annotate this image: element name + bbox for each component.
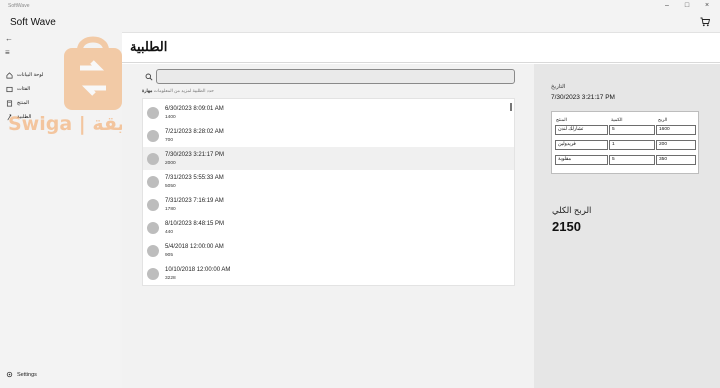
search-hint: حدد الطلبية لمزيد من المعلومات مهارة xyxy=(142,88,214,94)
order-detail-panel: التاريخ 7/30/2023 3:21:17 PM المنتج الكم… xyxy=(534,64,720,388)
orders-pane: حدد الطلبية لمزيد من المعلومات مهارة 6/3… xyxy=(122,64,534,388)
cell-profit: 350 xyxy=(656,155,696,165)
avatar xyxy=(147,245,159,257)
close-button[interactable]: × xyxy=(700,2,714,9)
column-header-profit: الربح xyxy=(658,117,668,122)
sidebar-item-dashboard[interactable]: لوحة البيانات xyxy=(6,69,43,81)
order-amount: 1780 xyxy=(165,207,176,212)
search-input[interactable] xyxy=(156,69,515,84)
order-date: 6/30/2023 8:09:01 AM xyxy=(165,106,224,112)
sidebar: ← ≡ لوحة البيانات الفئات المنتج الطلبية … xyxy=(0,32,122,388)
cell-profit: 1600 xyxy=(656,125,696,135)
order-amount: 3228 xyxy=(165,276,176,281)
order-amount: 2000 xyxy=(165,161,176,166)
search-icon[interactable] xyxy=(142,69,156,84)
order-amount: 1400 xyxy=(165,115,176,120)
main-area: الطلبية حدد الطلبية لمزيد من المعلومات م… xyxy=(122,32,720,388)
order-amount: 700 xyxy=(165,138,174,143)
back-arrow-icon[interactable]: ← xyxy=(5,34,13,43)
hint-text: حدد الطلبية لمزيد من المعلومات xyxy=(153,88,214,93)
sidebar-item-orders[interactable]: الطلبية xyxy=(6,111,31,123)
list-scrollbar[interactable] xyxy=(510,103,512,111)
avatar xyxy=(147,130,159,142)
order-amount: 440 xyxy=(165,230,174,235)
window-title: SoftWave xyxy=(8,3,30,9)
order-items-table: المنتج الكمية الربح تشارلك لندن 5 1600 ف… xyxy=(551,111,699,174)
page-header: الطلبية xyxy=(122,33,720,63)
sidebar-item-label: المنتج xyxy=(17,100,30,106)
sidebar-item-label: الطلبية xyxy=(17,114,32,120)
cell-profit: 200 xyxy=(656,140,696,150)
column-header-quantity: الكمية xyxy=(611,117,623,122)
avatar xyxy=(147,268,159,280)
hint-bold: مهارة xyxy=(142,88,153,93)
date-label: التاريخ xyxy=(551,84,566,90)
sidebar-item-product[interactable]: المنتج xyxy=(6,97,29,109)
hamburger-icon[interactable]: ≡ xyxy=(5,48,10,57)
avatar xyxy=(147,222,159,234)
total-profit-value: 2150 xyxy=(552,219,581,234)
cell-quantity: 5 xyxy=(609,155,655,165)
categories-icon xyxy=(6,86,13,92)
cell-quantity: 5 xyxy=(609,125,655,135)
avatar xyxy=(147,199,159,211)
app-title: Soft Wave xyxy=(10,17,56,28)
list-item[interactable]: 10/10/2018 12:00:00 AM 3228 xyxy=(143,262,514,285)
avatar xyxy=(147,176,159,188)
orders-icon xyxy=(7,114,12,120)
avatar xyxy=(147,107,159,119)
date-value: 7/30/2023 3:21:17 PM xyxy=(551,94,615,101)
list-item[interactable]: 7/31/2023 5:55:33 AM 5050 xyxy=(143,170,514,193)
order-date: 5/4/2018 12:00:00 AM xyxy=(165,244,224,250)
order-date: 7/31/2023 5:55:33 AM xyxy=(165,175,224,181)
dashboard-icon xyxy=(6,71,13,78)
column-header-product: المنتج xyxy=(556,117,567,122)
minimize-button[interactable]: – xyxy=(660,2,674,9)
cell-product: تشارلك لندن xyxy=(555,125,608,135)
sidebar-item-categories[interactable]: الفئات xyxy=(6,83,30,95)
order-date: 7/21/2023 8:28:02 AM xyxy=(165,129,224,135)
cell-quantity: 1 xyxy=(609,140,655,150)
order-date: 7/30/2023 3:21:17 PM xyxy=(165,152,225,158)
avatar xyxy=(147,153,159,165)
list-item[interactable]: 7/31/2023 7:16:19 AM 1780 xyxy=(143,193,514,216)
list-item[interactable]: 6/30/2023 8:09:01 AM 1400 xyxy=(143,101,514,124)
settings-label: Settings xyxy=(17,371,37,378)
search-bar xyxy=(142,69,515,84)
window-titlebar: SoftWave – □ × xyxy=(0,0,720,14)
order-date: 7/31/2023 7:16:19 AM xyxy=(165,198,224,204)
sidebar-item-settings[interactable]: Settings xyxy=(6,371,37,378)
order-date: 8/10/2023 8:48:15 PM xyxy=(165,221,225,227)
order-amount: 905 xyxy=(165,253,174,258)
sidebar-item-label: الفئات xyxy=(17,86,31,92)
cell-product: مقلوبة xyxy=(555,155,608,165)
list-item[interactable]: 8/10/2023 8:48:15 PM 440 xyxy=(143,216,514,239)
order-amount: 5050 xyxy=(165,184,176,189)
app-bar: Soft Wave xyxy=(0,14,720,32)
cell-product: فريدولين xyxy=(555,140,608,150)
orders-list[interactable]: 6/30/2023 8:09:01 AM 1400 7/21/2023 8:28… xyxy=(142,98,515,286)
settings-gear-icon xyxy=(6,371,13,378)
page-title: الطلبية xyxy=(130,39,168,54)
list-item[interactable]: 5/4/2018 12:00:00 AM 905 xyxy=(143,239,514,262)
cart-icon[interactable] xyxy=(700,17,710,27)
sidebar-item-label: لوحة البيانات xyxy=(17,72,44,78)
list-item[interactable]: 7/21/2023 8:28:02 AM 700 xyxy=(143,124,514,147)
maximize-button[interactable]: □ xyxy=(680,2,694,9)
total-profit-label: الربح الكلي xyxy=(552,205,592,215)
order-date: 10/10/2018 12:00:00 AM xyxy=(165,267,231,273)
product-icon xyxy=(6,100,13,106)
list-item-selected[interactable]: 7/30/2023 3:21:17 PM 2000 xyxy=(143,147,514,170)
